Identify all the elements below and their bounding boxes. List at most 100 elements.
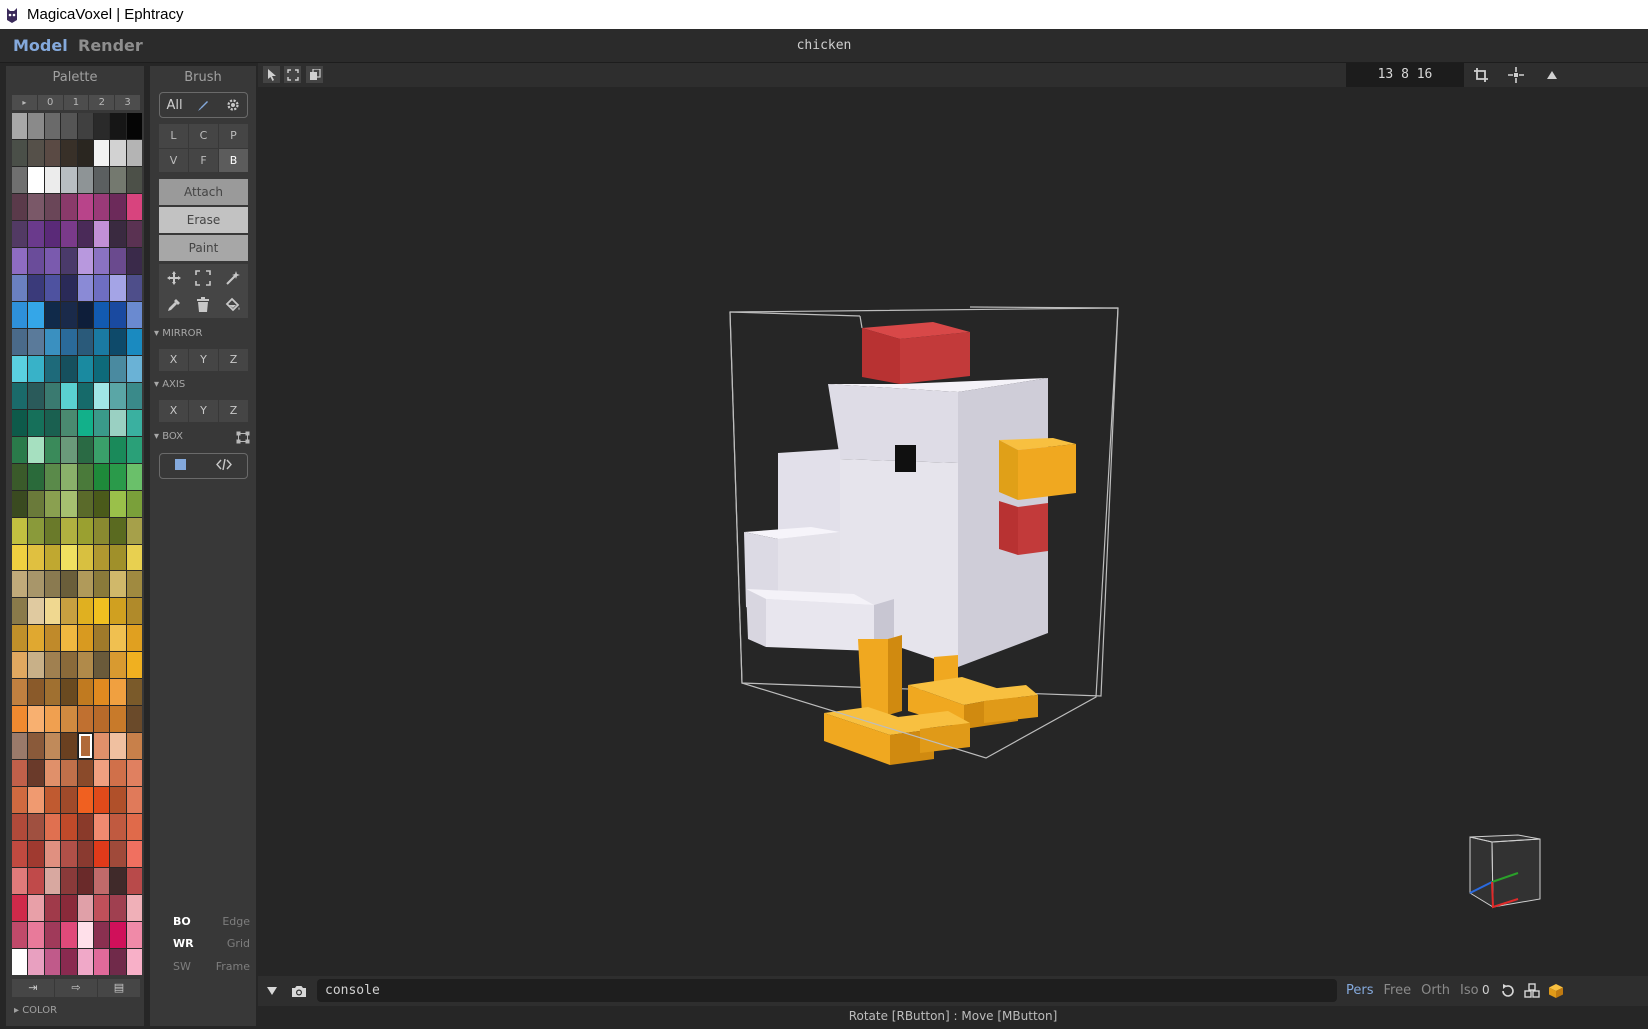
palette-swatch[interactable]	[110, 409, 126, 436]
eyedropper-icon[interactable]	[159, 291, 189, 318]
view-mode-free[interactable]: Free	[1384, 983, 1412, 998]
palette-swatch[interactable]	[12, 220, 28, 247]
palette-swatch[interactable]	[126, 517, 142, 544]
palette-swatch[interactable]	[93, 706, 110, 733]
palette-swatch[interactable]	[93, 787, 110, 814]
palette-swatch[interactable]	[126, 652, 142, 679]
palette-swatch[interactable]	[61, 166, 77, 193]
palette-swatch[interactable]	[61, 625, 77, 652]
palette-swatch[interactable]	[61, 517, 77, 544]
palette-swatch[interactable]	[61, 409, 77, 436]
palette-swatch[interactable]	[28, 274, 44, 301]
palette-swatch[interactable]	[61, 814, 77, 841]
palette-swatch[interactable]	[61, 868, 77, 895]
palette-swatch[interactable]	[12, 706, 28, 733]
palette-swatch[interactable]	[126, 841, 142, 868]
palette-swatch[interactable]	[28, 193, 44, 220]
palette-swatch[interactable]	[61, 301, 77, 328]
palette-swatch[interactable]	[93, 868, 110, 895]
tab-render[interactable]: Render	[78, 36, 143, 55]
palette-swatch[interactable]	[77, 328, 93, 355]
palette-swatch[interactable]	[28, 679, 44, 706]
palette-swatch[interactable]	[12, 193, 28, 220]
palette-swatch[interactable]	[77, 355, 93, 382]
palette-swatch[interactable]	[28, 113, 44, 139]
palette-swatch[interactable]	[44, 355, 61, 382]
palette-swatch[interactable]	[126, 895, 142, 922]
palette-swatch[interactable]	[12, 328, 28, 355]
option-bo[interactable]: BO	[173, 915, 191, 928]
palette-swatch[interactable]	[77, 706, 93, 733]
palette-swatch[interactable]	[28, 436, 44, 463]
brush-icon[interactable]	[190, 98, 218, 112]
palette-swatch[interactable]	[110, 922, 126, 949]
palette-swatch[interactable]	[126, 625, 142, 652]
view-number[interactable]: 0	[1482, 983, 1490, 997]
palette-swatch[interactable]	[28, 598, 44, 625]
palette-swatch[interactable]	[44, 382, 61, 409]
palette-swatch[interactable]	[110, 706, 126, 733]
palette-swatch[interactable]	[28, 922, 44, 949]
palette-swatch[interactable]	[28, 706, 44, 733]
view-mode-orth[interactable]: Orth	[1421, 983, 1450, 998]
palette-swatch[interactable]	[44, 544, 61, 571]
palette-swatch[interactable]	[61, 598, 77, 625]
palette-swatch[interactable]	[93, 328, 110, 355]
palette-swatch[interactable]	[44, 760, 61, 787]
palette-swatch[interactable]	[93, 220, 110, 247]
palette-swatch[interactable]	[77, 193, 93, 220]
palette-swatch[interactable]	[110, 814, 126, 841]
palette-swatch[interactable]	[126, 328, 142, 355]
palette-swatch[interactable]	[77, 301, 93, 328]
palette-swatch[interactable]	[77, 625, 93, 652]
palette-swatch[interactable]	[77, 220, 93, 247]
palette-swatch[interactable]	[77, 922, 93, 949]
palette-swatch[interactable]	[28, 841, 44, 868]
palette-swatch[interactable]	[12, 544, 28, 571]
palette-swatch[interactable]	[28, 301, 44, 328]
palette-swatch[interactable]	[28, 787, 44, 814]
palette-swatch[interactable]	[12, 895, 28, 922]
palette-swatch[interactable]	[126, 463, 142, 490]
palette-swatch[interactable]	[93, 949, 110, 975]
palette-swatch[interactable]	[110, 652, 126, 679]
palette-swatch[interactable]	[12, 949, 28, 975]
palette-swatch[interactable]	[126, 436, 142, 463]
tab-model[interactable]: Model	[13, 36, 68, 55]
palette-swatch[interactable]	[110, 679, 126, 706]
option-frame[interactable]: Frame	[216, 960, 250, 973]
palette-file-button[interactable]: ▤	[98, 979, 140, 997]
palette-swatch[interactable]	[44, 868, 61, 895]
shape-face-button[interactable]: F	[189, 148, 218, 172]
palette-swatch[interactable]	[61, 382, 77, 409]
camera-icon[interactable]	[289, 981, 309, 1001]
palette-swatch[interactable]	[93, 922, 110, 949]
palette-swatch[interactable]	[77, 868, 93, 895]
palette-swatch[interactable]	[28, 814, 44, 841]
palette-swatch[interactable]	[28, 355, 44, 382]
palette-swatch[interactable]	[12, 625, 28, 652]
palette-swatch[interactable]	[44, 247, 61, 274]
palette-swatch[interactable]	[12, 166, 28, 193]
palette-swatch[interactable]	[61, 895, 77, 922]
palette-tab-3[interactable]: 3	[115, 95, 140, 110]
palette-swatch[interactable]	[44, 598, 61, 625]
palette-swatch[interactable]	[93, 625, 110, 652]
axis-section-toggle[interactable]: ▾ AXIS	[154, 379, 185, 390]
palette-swatch[interactable]	[44, 517, 61, 544]
palette-swatch[interactable]	[126, 814, 142, 841]
palette-swatch[interactable]	[110, 301, 126, 328]
palette-swatch[interactable]	[110, 247, 126, 274]
palette-swatch[interactable]	[93, 274, 110, 301]
palette-swatch[interactable]	[44, 787, 61, 814]
palette-swatch[interactable]	[110, 868, 126, 895]
palette-tab-0[interactable]: 0	[37, 95, 63, 110]
palette-swatch[interactable]	[126, 382, 142, 409]
palette-swatch[interactable]	[12, 679, 28, 706]
palette-swatch[interactable]	[44, 436, 61, 463]
center-icon[interactable]	[1507, 66, 1525, 84]
palette-swatch[interactable]	[110, 436, 126, 463]
palette-swatch[interactable]	[61, 679, 77, 706]
move-icon[interactable]	[159, 264, 189, 291]
palette-swatch[interactable]	[126, 733, 142, 760]
